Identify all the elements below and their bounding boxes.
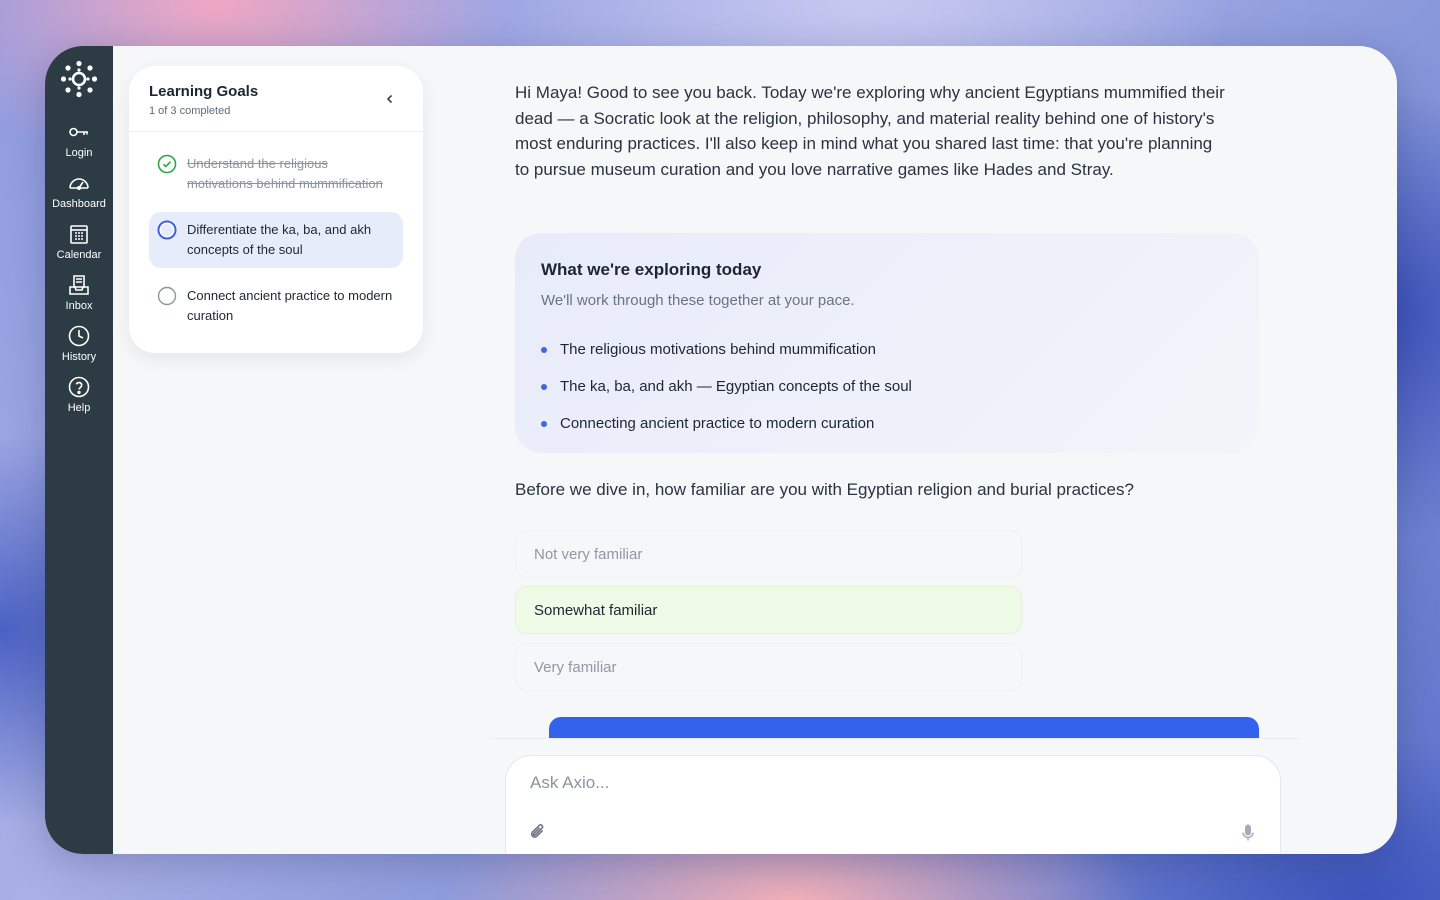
goal-text: Differentiate the ka, ba, and akh concep… bbox=[187, 222, 372, 257]
nav-item-calendar[interactable]: Calendar bbox=[45, 222, 113, 261]
canvas-logo-icon[interactable] bbox=[60, 60, 98, 98]
goal-text: Connect ancient practice to modern curat… bbox=[187, 288, 393, 323]
inbox-icon bbox=[69, 275, 89, 295]
bullet-icon bbox=[541, 383, 547, 390]
assistant-intro-message: Hi Maya! Good to see you back. Today we'… bbox=[515, 83, 1225, 179]
nav-item-login[interactable]: Login bbox=[45, 120, 113, 159]
learning-goals-panel: Learning Goals 1 of 3 completed Understa… bbox=[129, 66, 423, 353]
nav-item-label: Dashboard bbox=[52, 198, 106, 210]
exploring-today-card: What we're exploring today We'll work th… bbox=[515, 233, 1259, 453]
list-item: Connecting ancient practice to modern cu… bbox=[541, 405, 1233, 442]
exploring-today-list: The religious motivations behind mummifi… bbox=[541, 331, 1233, 442]
list-item-text: The religious motivations behind mummifi… bbox=[560, 341, 876, 358]
check-circle-icon bbox=[157, 154, 177, 174]
goal-item-completed[interactable]: Understand the religious motivations beh… bbox=[149, 146, 403, 202]
list-item: The ka, ba, and akh — Egyptian concepts … bbox=[541, 368, 1233, 405]
option-somewhat-familiar[interactable]: Somewhat familiar bbox=[515, 586, 1022, 634]
option-very-familiar[interactable]: Very familiar bbox=[515, 643, 1022, 691]
key-icon bbox=[69, 127, 88, 137]
option-label: Not very familiar bbox=[534, 545, 643, 563]
list-item: The religious motivations behind mummifi… bbox=[541, 331, 1233, 368]
list-item-text: Connecting ancient practice to modern cu… bbox=[560, 415, 875, 432]
option-not-very-familiar[interactable]: Not very familiar bbox=[515, 530, 1022, 578]
learning-goals-progress: 1 of 3 completed bbox=[149, 105, 231, 117]
chevron-left-icon[interactable] bbox=[383, 92, 397, 106]
goal-item-pending[interactable]: Connect ancient practice to modern curat… bbox=[149, 278, 403, 334]
nav-item-label: History bbox=[61, 351, 97, 363]
list-item-text: The ka, ba, and akh — Egyptian concepts … bbox=[560, 378, 912, 395]
nav-item-label: Inbox bbox=[65, 300, 93, 312]
familiarity-question: Before we dive in, how familiar are you … bbox=[515, 480, 1134, 499]
nav-item-help[interactable]: Help bbox=[45, 375, 113, 414]
learning-goals-header: Learning Goals 1 of 3 completed bbox=[129, 66, 423, 132]
app-window: Login Dashboard Calendar Inbox History H… bbox=[45, 46, 1397, 854]
nav-item-dashboard[interactable]: Dashboard bbox=[45, 171, 113, 210]
goal-item-active[interactable]: Differentiate the ka, ba, and akh concep… bbox=[149, 212, 403, 268]
nav-item-history[interactable]: History bbox=[45, 324, 113, 363]
nav-item-label: Calendar bbox=[56, 249, 102, 261]
calendar-icon bbox=[70, 225, 88, 244]
nav-item-label: Help bbox=[67, 402, 91, 414]
dashboard-icon bbox=[69, 178, 89, 191]
goal-list: Understand the religious motivations beh… bbox=[129, 132, 423, 334]
bullet-icon bbox=[541, 346, 547, 353]
help-icon bbox=[68, 376, 90, 398]
active-circle-icon bbox=[157, 220, 177, 240]
option-label: Very familiar bbox=[534, 658, 617, 676]
microphone-icon[interactable] bbox=[1240, 823, 1256, 843]
composer-divider bbox=[490, 738, 1300, 739]
learning-goals-title: Learning Goals bbox=[149, 83, 259, 100]
empty-circle-icon bbox=[157, 286, 177, 306]
ask-input[interactable] bbox=[530, 770, 1230, 796]
ask-composer bbox=[505, 755, 1281, 854]
exploring-today-title: What we're exploring today bbox=[541, 260, 762, 279]
goal-text: Understand the religious motivations beh… bbox=[187, 156, 383, 191]
nav-rail: Login Dashboard Calendar Inbox History H… bbox=[45, 46, 113, 854]
exploring-today-subtitle: We'll work through these together at you… bbox=[541, 292, 855, 309]
nav-item-inbox[interactable]: Inbox bbox=[45, 273, 113, 312]
submit-bar[interactable] bbox=[549, 717, 1259, 739]
paperclip-icon[interactable] bbox=[528, 822, 548, 842]
nav-item-label: Login bbox=[65, 147, 93, 159]
bullet-icon bbox=[541, 420, 547, 427]
option-label: Somewhat familiar bbox=[534, 601, 658, 619]
clock-icon bbox=[68, 325, 90, 347]
